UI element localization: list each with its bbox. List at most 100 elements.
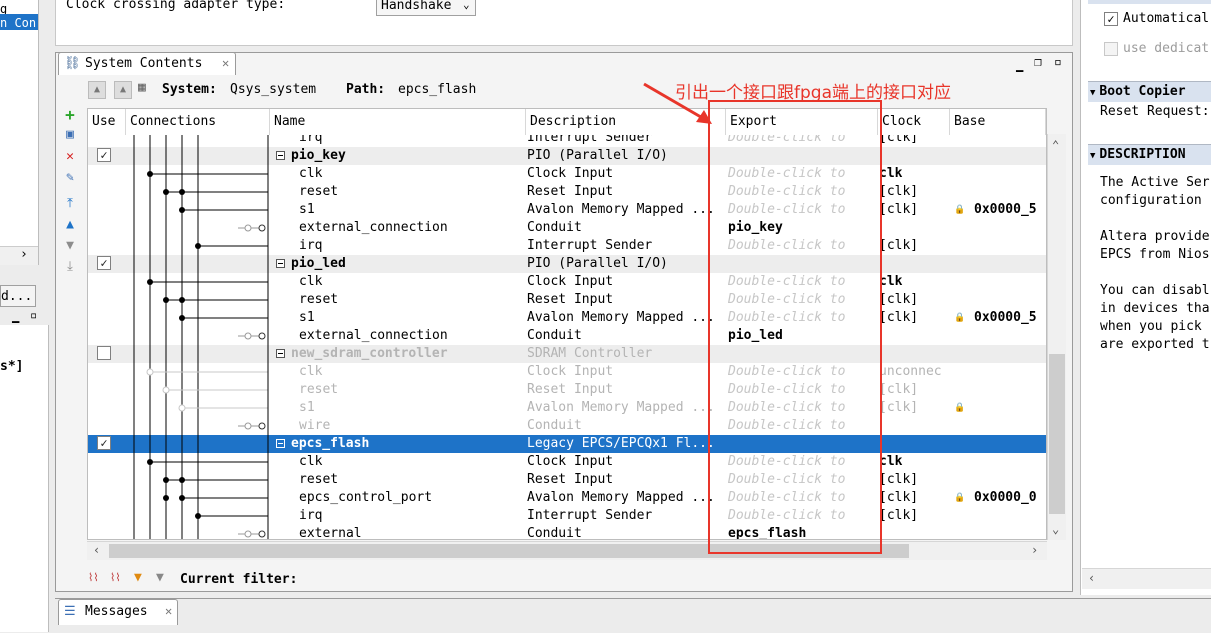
conduit-endpoint[interactable] [244,422,252,430]
left-navigator-pane: g n Con › [0,0,39,265]
move-top-icon[interactable]: ⤒ [63,197,77,211]
connection-dot[interactable] [147,459,153,465]
table-hscrollbar[interactable]: ‹ › [87,541,1047,560]
edit-icon[interactable]: ✎ [63,171,77,185]
conduit-endpoint[interactable] [258,422,266,430]
scroll-up-icon[interactable]: ⌃ [1052,138,1059,152]
right-hscrollbar[interactable]: ‹ [1082,568,1211,589]
tab-messages-label: Messages [85,604,148,619]
scroll-left-icon[interactable]: ‹ [93,543,100,557]
filter-wave-icon[interactable]: ⌇⌇ [88,571,99,584]
close-icon[interactable]: ✕ [222,56,229,70]
add-subsystem-icon[interactable]: ▣ [63,128,77,142]
connection-dot[interactable] [179,477,185,483]
filter-icon[interactable]: ▼ [134,570,142,585]
connection-dot[interactable] [163,297,169,303]
connection-dot[interactable] [195,243,201,249]
column-header-use[interactable]: Use [88,109,126,135]
conduit-endpoint[interactable] [178,404,186,412]
connection-dot[interactable] [163,495,169,501]
conduit-endpoint[interactable] [244,332,252,340]
connection-dot[interactable] [195,513,201,519]
minimize-icon[interactable]: ▁ [1016,58,1023,72]
conduit-endpoint[interactable] [162,386,170,394]
description-line: when you pick [1100,319,1202,334]
messages-panel [55,598,1211,633]
right-top-header [1088,0,1211,4]
description-section[interactable]: ▼ DESCRIPTION [1088,144,1211,165]
move-up-icon[interactable]: ▲ [63,218,77,232]
collapse-icon: ▼ [1090,151,1096,161]
boot-copier-section[interactable]: ▼ Boot Copier [1088,81,1211,102]
scroll-right-icon[interactable]: › [20,247,28,262]
close-icon[interactable]: ✕ [165,604,172,618]
scroll-right-icon[interactable]: › [1031,543,1038,557]
collapse-icon: ▼ [1090,88,1096,98]
automatic-checkbox[interactable]: ✓ [1104,12,1118,26]
minimize-icon[interactable]: ▁ [12,309,19,323]
conduit-endpoint[interactable] [258,224,266,232]
use-dedicated-checkbox[interactable] [1104,42,1118,56]
connection-dot[interactable] [147,279,153,285]
left-mid-header: ▁ ▫ [0,308,50,326]
add-component-icon[interactable]: + [63,107,77,123]
column-header-clock[interactable]: Clock [878,109,950,135]
conduit-endpoint[interactable] [258,332,266,340]
filter-clock-icon[interactable]: ⌇⌇ [110,571,121,584]
column-header-name[interactable]: Name [270,109,526,135]
system-value: Qsys_system [230,82,317,97]
left-action-button[interactable]: d... [0,285,36,307]
restore-icon[interactable]: ❐ [1034,55,1042,70]
left-tree-item-selected[interactable]: n Con [0,14,38,30]
tab-system-contents[interactable]: ⛓ System Contents ✕ [58,52,236,75]
maximize-icon[interactable]: ▫ [30,308,37,322]
annotation-box [708,100,882,554]
description-line: configuration [1100,193,1202,208]
connection-dot[interactable] [179,189,185,195]
system-table: irq Interrupt Sender Double-click to [clk] ✓… [87,108,1047,540]
nav-top-icon[interactable]: ▲ [114,81,132,99]
clock-crossing-value: Handshake [381,0,452,13]
connection-dot[interactable] [179,315,185,321]
move-down-icon[interactable]: ▼ [63,239,77,253]
tab-system-contents-label: System Contents [85,56,203,71]
column-header-base[interactable]: Base [950,109,1046,135]
automatic-label: Automatical [1123,11,1210,26]
vscroll-thumb[interactable] [1049,354,1065,514]
scroll-left-icon[interactable]: ‹ [1088,571,1095,585]
path-value: epcs_flash [398,82,477,97]
scroll-down-icon[interactable]: ⌄ [1052,522,1059,536]
annotation-text: 引出一个接口跟fpga端上的接口对应 [675,83,951,103]
hierarchy-icon[interactable]: ▦ [138,80,146,95]
maximize-icon[interactable]: ▫ [1054,55,1062,70]
reset-request-label: Reset Request: [1100,104,1210,119]
column-header-connections[interactable]: Connections [126,109,270,135]
connections-graph[interactable] [88,109,1046,539]
table-vscrollbar[interactable]: ⌃ ⌄ [1047,134,1066,540]
connection-dot[interactable] [163,477,169,483]
parameter-strip: Clock crossing adapter type: Handshake ⌄ [55,0,1073,46]
description-line: are exported t [1100,337,1210,352]
filter-clear-icon[interactable]: ▼ [156,570,164,585]
tab-messages[interactable]: ☰ Messages ✕ [58,599,178,625]
description-text: The Active Ser configuration Altera provid… [1100,175,1211,355]
description-line: You can disabl [1100,283,1210,298]
connection-dot[interactable] [163,189,169,195]
conduit-endpoint[interactable] [244,530,252,538]
nav-up-icon[interactable]: ▲ [88,81,106,99]
connection-dot[interactable] [179,207,185,213]
system-contents-icon: ⛓ [64,56,81,71]
remove-icon[interactable]: ✕ [63,150,77,164]
left-mid-text: s*] [0,359,24,374]
connection-dot[interactable] [179,495,185,501]
use-dedicated-label: use dedicat [1123,41,1210,56]
move-bottom-icon[interactable]: ⤓ [63,260,77,274]
connection-dot[interactable] [147,171,153,177]
connection-dot[interactable] [179,297,185,303]
conduit-endpoint[interactable] [244,224,252,232]
clock-crossing-select[interactable]: Handshake ⌄ [376,0,476,16]
left-hscrollbar[interactable]: › [0,246,38,265]
clock-crossing-label: Clock crossing adapter type: [66,0,286,12]
conduit-endpoint[interactable] [258,530,266,538]
conduit-endpoint[interactable] [146,368,154,376]
